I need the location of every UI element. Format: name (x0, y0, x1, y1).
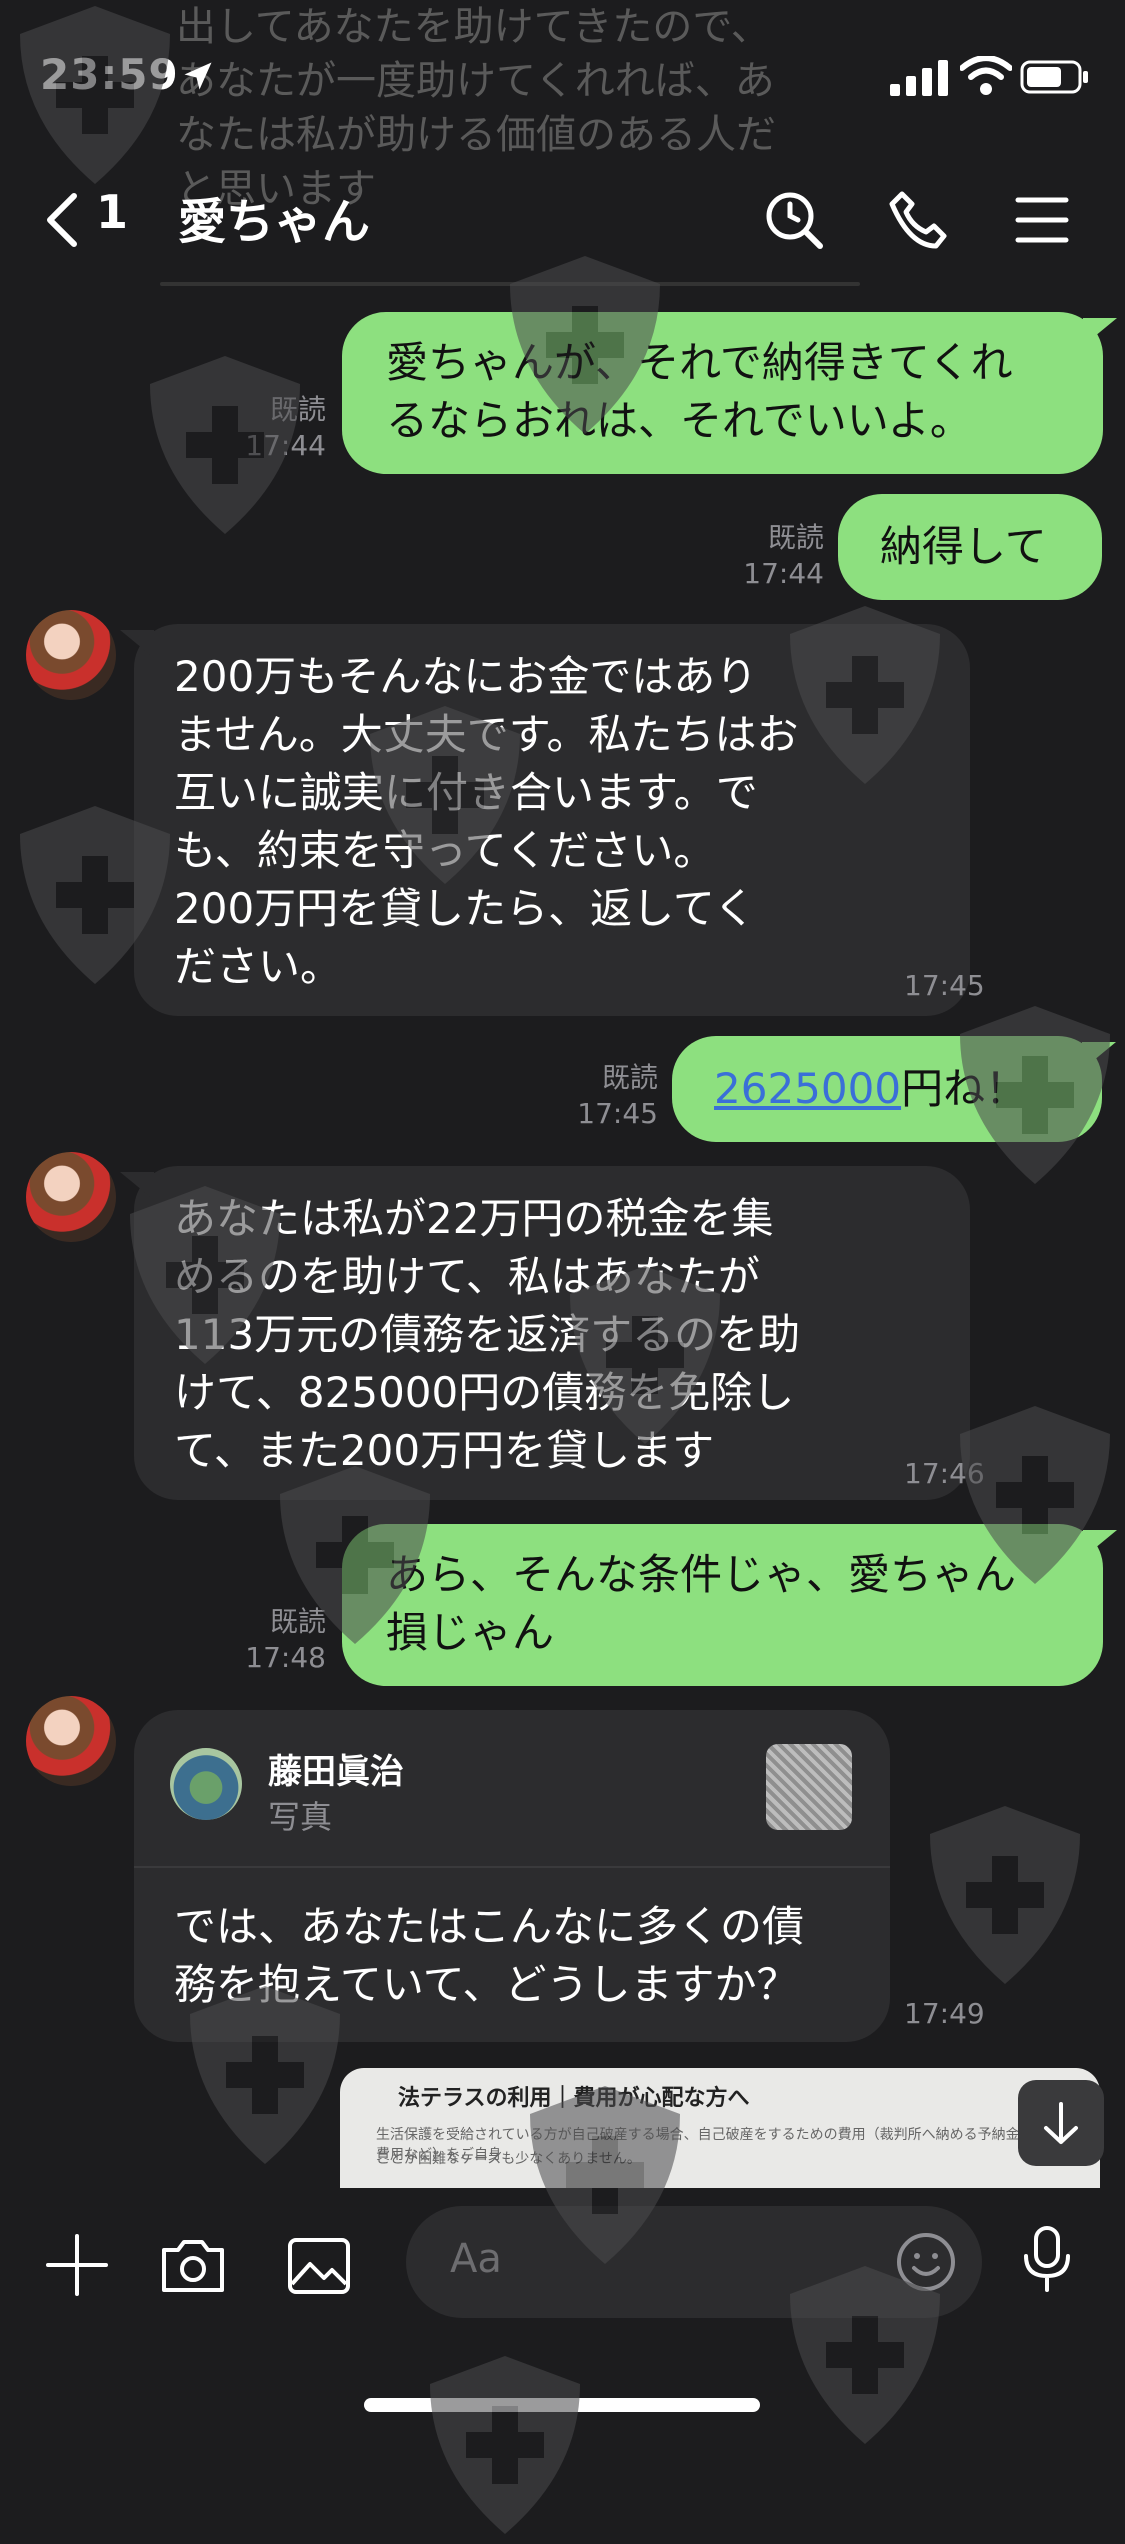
read-receipt: 既読 17:44 (743, 521, 824, 590)
plus-icon[interactable] (42, 2230, 112, 2300)
message-time: 17:49 (904, 1997, 985, 2030)
quoted-user-avatar (170, 1748, 242, 1820)
battery-icon (1020, 60, 1088, 94)
read-receipt: 既読 17:45 (577, 1061, 658, 1130)
my-message-bubble[interactable]: 愛ちゃんが、それで納得きてくれ るならおれは、それでいいよ。 (342, 312, 1117, 474)
mic-icon[interactable] (1012, 2224, 1082, 2294)
quoted-message-type: 写真 (268, 1798, 333, 1836)
arrow-down-icon (1044, 2102, 1078, 2144)
phone-icon[interactable] (886, 188, 950, 252)
my-message-bubble[interactable]: あら、そんな条件じゃ、愛ちゃん 損じゃん (342, 1524, 1117, 1686)
image-heading: 法テラスの利用｜費用が心配な方へ (398, 2086, 750, 2111)
their-message-bubble[interactable]: 200万もそんなにお金ではあり ません。大丈夫です。私たちはお 互いに誠実に付き… (120, 624, 970, 1016)
scroll-to-bottom-button[interactable] (1018, 2080, 1104, 2166)
chat-title[interactable]: 愛ちゃん (178, 182, 370, 252)
cellular-signal-icon (890, 60, 948, 96)
location-arrow-icon (184, 62, 212, 90)
status-bar: 23:59 (0, 0, 1125, 160)
message-input-placeholder: Aa (450, 2236, 502, 2282)
unread-count[interactable]: 1 (96, 185, 128, 239)
search-icon[interactable] (762, 188, 826, 252)
emoji-icon[interactable] (894, 2230, 958, 2294)
message-input[interactable]: Aa (406, 2206, 982, 2318)
card-divider (134, 1866, 890, 1868)
read-receipt: 既読 17:48 (245, 1605, 326, 1674)
message-time: 17:46 (904, 1457, 985, 1490)
previous-message-edge (160, 282, 860, 286)
contact-avatar[interactable] (26, 1696, 116, 1786)
their-message-bubble[interactable]: あなたは私が22万円の税金を集 めるのを助けて、私はあなたが 113万元の債務を… (120, 1166, 970, 1500)
message-time: 17:45 (904, 969, 985, 1002)
quoted-user-name: 藤田眞治 (268, 1752, 404, 1792)
status-time: 23:59 (40, 50, 179, 99)
contact-avatar[interactable] (26, 1152, 116, 1242)
reply-message-text: では、あなたはこんなに多くの債 務を抱えていて、どうしますか？ (174, 1902, 805, 2009)
image-icon[interactable] (284, 2230, 354, 2300)
amount-link[interactable]: 2625000 (714, 1064, 901, 1113)
wifi-icon (960, 56, 1012, 95)
my-message-bubble[interactable]: 納得して (838, 494, 1102, 600)
chevron-left-icon[interactable] (40, 190, 84, 250)
image-message[interactable]: 法テラスの利用｜費用が心配な方へ 生活保護を受給されている方が自己破産する場合、… (340, 2068, 1100, 2188)
contact-avatar[interactable] (26, 610, 116, 700)
home-indicator (364, 2398, 760, 2412)
menu-icon[interactable] (1010, 188, 1074, 252)
shield-plus-icon (920, 1800, 1090, 1990)
read-receipt: 既読 17:44 (245, 393, 326, 462)
image-line: ことが困難なケースも少なくありません。 (376, 2151, 641, 2167)
reply-message-bubble[interactable]: 藤田眞治 写真 では、あなたはこんなに多くの債 務を抱えていて、どうしますか？ (134, 1710, 890, 2042)
quoted-photo-thumbnail[interactable] (766, 1744, 852, 1830)
camera-icon[interactable] (158, 2230, 228, 2300)
my-message-bubble[interactable]: 2625000円ね！ (672, 1036, 1116, 1142)
chat-header: 1 愛ちゃん (0, 160, 1125, 280)
